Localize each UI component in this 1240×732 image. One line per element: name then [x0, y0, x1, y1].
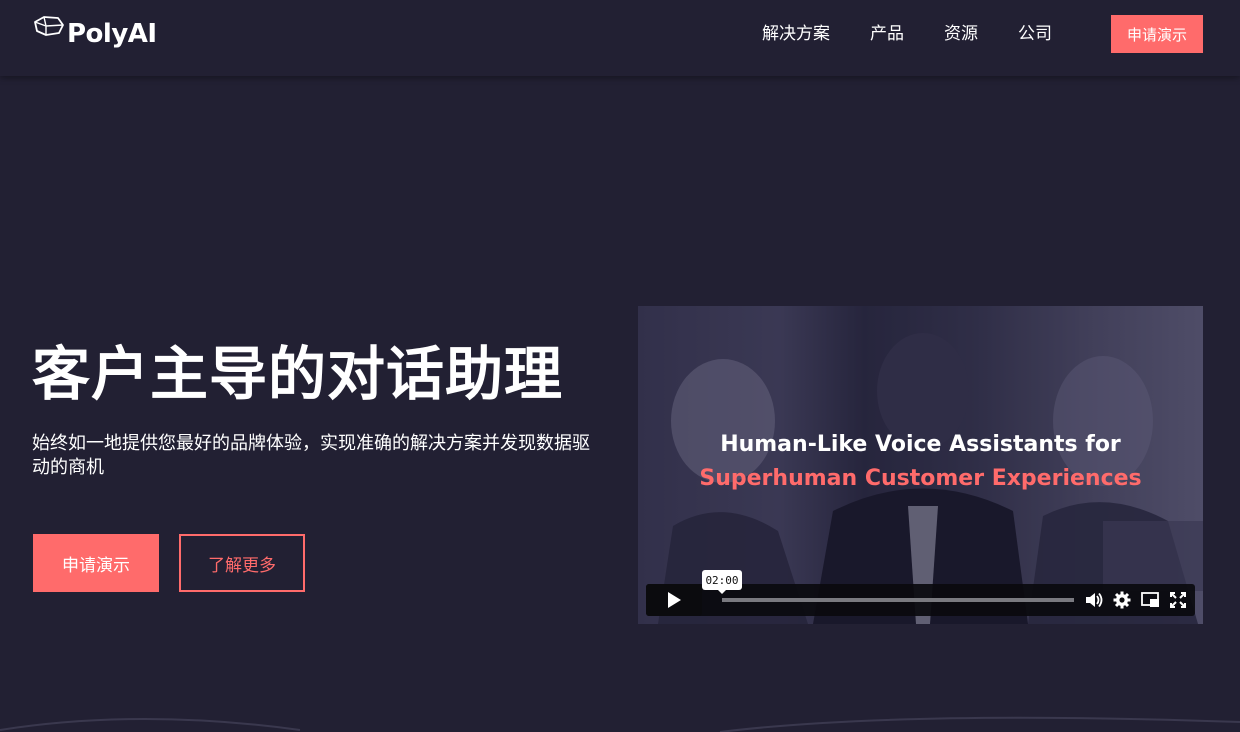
- learn-more-button[interactable]: 了解更多: [179, 534, 305, 592]
- volume-icon: [1086, 592, 1103, 608]
- hero-subtitle: 始终如一地提供您最好的品牌体验，实现准确的解决方案并发现数据驱动的商机: [32, 433, 590, 478]
- nav-item-company[interactable]: 公司: [1018, 22, 1052, 46]
- main-nav: 解决方案 产品 资源 公司: [762, 22, 1092, 46]
- video-duration-tooltip: 02:00: [702, 570, 742, 594]
- logo-text: PolyAI: [67, 19, 157, 49]
- play-button[interactable]: [646, 584, 702, 616]
- play-icon: [668, 592, 681, 608]
- decorative-curves: [0, 716, 1240, 732]
- site-header: PolyAI 解决方案 产品 资源 公司 申请演示: [0, 0, 1240, 76]
- video-controls: 02:00: [646, 570, 1195, 616]
- fullscreen-icon: [1170, 592, 1186, 608]
- nav-item-solutions[interactable]: 解决方案: [762, 22, 830, 46]
- header-request-demo-button[interactable]: 申请演示: [1111, 15, 1203, 53]
- video-player[interactable]: Human-Like Voice Assistants for Superhum…: [638, 306, 1203, 624]
- video-progress-bar[interactable]: [722, 598, 1074, 602]
- hero-title: 客户主导的对话助理: [32, 340, 564, 408]
- settings-button[interactable]: [1112, 590, 1132, 610]
- pip-button[interactable]: [1140, 590, 1160, 610]
- video-headline-line1: Human-Like Voice Assistants for: [720, 432, 1121, 457]
- polyai-logo[interactable]: PolyAI: [32, 14, 157, 54]
- nav-item-products[interactable]: 产品: [870, 22, 904, 46]
- pip-icon: [1141, 592, 1159, 607]
- fullscreen-button[interactable]: [1168, 590, 1188, 610]
- nav-item-resources[interactable]: 资源: [944, 22, 978, 46]
- volume-button[interactable]: [1084, 590, 1104, 610]
- logo-mark-icon: [34, 16, 64, 36]
- settings-icon: [1113, 591, 1131, 609]
- video-headline-line2: Superhuman Customer Experiences: [699, 466, 1142, 491]
- request-demo-button[interactable]: 申请演示: [33, 534, 159, 592]
